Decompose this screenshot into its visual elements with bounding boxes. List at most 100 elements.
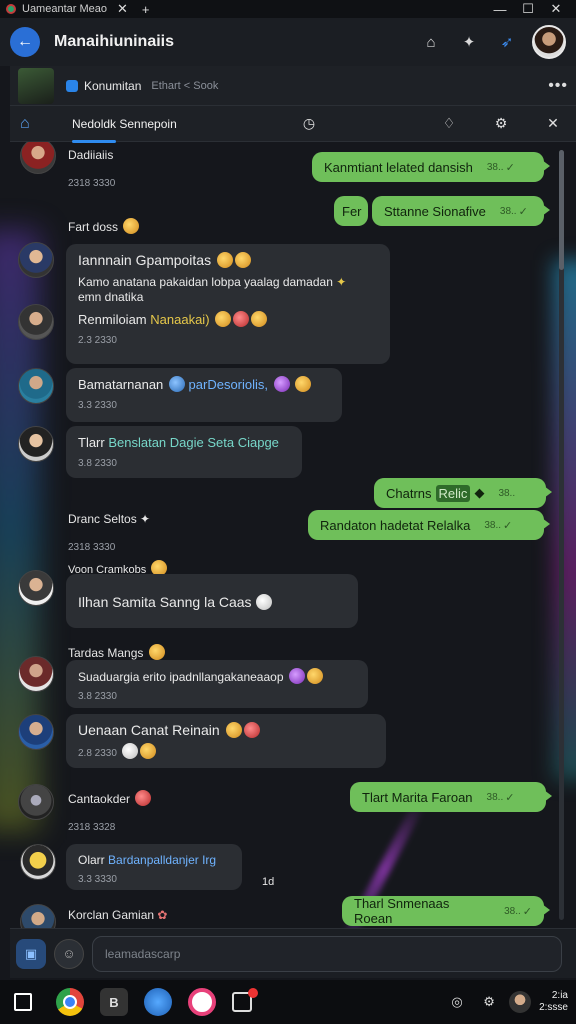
incoming-message[interactable]: Olarr Bardanpalldanjer Irg 3.3 3330 [66,844,242,890]
message-time: 38.. [499,205,517,217]
home-tab-icon[interactable]: ⌂ [20,115,44,133]
incoming-message[interactable]: Suaduargia erito ipadnllangakaneaaop 3.8… [66,660,368,708]
avatar[interactable] [18,570,54,606]
emoji-picker-icon[interactable]: ☺ [54,938,84,969]
profile-avatar[interactable] [532,25,566,59]
avatar[interactable] [18,714,54,750]
messaging-app-icon[interactable] [232,988,258,1012]
incoming-message[interactable]: Iannnain Gpampoitas Kamo anatana pakaida… [66,244,390,364]
chat-header: ← Manaihiuninaiis ⌂ ✦ ➶ [0,18,576,66]
read-check-icon: ✓ [503,519,513,532]
message-time: 38.. [484,519,502,531]
browser-globe-icon[interactable] [144,988,172,1016]
sender-name: Tardas Mangs [68,644,165,660]
emoji-icon [215,311,232,327]
message-highlight: Benslatan Dagie Seta Ciapge [108,435,279,450]
app-b-icon[interactable]: B [100,988,128,1016]
avatar[interactable] [18,242,54,278]
settings-tray-icon[interactable]: ⚙ [479,992,499,1012]
emoji-icon [123,218,140,234]
message-highlight: Relic [435,484,471,502]
chrome-icon[interactable] [56,988,84,1016]
network-icon[interactable]: ◎ [447,992,467,1012]
outgoing-message[interactable]: Randaton hadetat Relalka 38.. ✓ [308,510,550,540]
incoming-message[interactable]: Uenaan Canat Reinain 2.8 2330 [66,714,386,768]
message-time: 3.3 3330 [78,874,117,885]
message-time: 3.8 2330 [78,691,117,702]
read-check-icon: ✓ [522,905,532,918]
message-time: 2.8 2330 [78,743,374,762]
chat-title: Manaihiuninaiis [54,33,175,50]
close-window-icon[interactable]: ✕ [542,1,570,17]
message-input[interactable] [92,935,562,972]
emoji-icon [135,790,152,806]
incoming-message[interactable]: Tlarr Benslatan Dagie Seta Ciapge 3.8 23… [66,426,302,478]
rocket-icon[interactable]: ➶ [496,31,518,53]
emoji-icon: ✿ [157,908,168,922]
message-text: Chatrns [386,485,432,501]
home-icon[interactable]: ⌂ [420,31,442,53]
notification-badge [248,988,258,998]
outgoing-message[interactable]: Kanmtiant lelated dansish 38.. ✓ [312,152,550,182]
start-menu-icon[interactable] [14,993,32,1011]
bell-icon[interactable]: ♢ [436,115,462,132]
timestamp: 2318 3328 [68,822,116,833]
avatar[interactable] [20,142,56,174]
message-text: Bamatarnanan [78,377,164,392]
emoji-icon [216,252,233,268]
tab-active[interactable]: Nedoldk Sennepoin [72,113,177,143]
conversation-subheader: Konumitan Ethart < Sook ••• [10,66,576,106]
emoji-icon [148,644,165,660]
read-check-icon: ✓ [505,791,515,804]
incoming-message[interactable]: Ilhan Samita Sanng la Caas [66,574,358,628]
outgoing-message[interactable]: Fer [334,196,368,226]
message-time: 3.8 2330 [78,458,117,469]
message-highlight: parDesoriolis, [188,377,269,392]
back-button[interactable]: ← [10,27,40,57]
message-text: Kanmtiant lelated dansish [324,159,473,175]
clock-icon[interactable]: ◷ [296,115,322,132]
user-tray-avatar[interactable] [509,991,532,1013]
more-options-icon[interactable]: ••• [548,77,568,95]
new-tab-icon[interactable]: + [142,2,150,17]
emoji-icon [168,376,185,392]
notification-icon[interactable]: ✦ [458,31,480,53]
avatar[interactable] [18,304,54,340]
message-text: Olarr [78,853,105,867]
avatar[interactable] [18,656,54,692]
outgoing-message[interactable]: Sttanne Sionafive 38.. ✓ [372,196,550,226]
stray-text: 1d [262,876,275,888]
arrow-left-icon: ← [17,33,33,50]
minimize-icon[interactable]: — [486,2,514,17]
timestamp: 2318 3330 [68,542,116,553]
group-name[interactable]: Konumitan [84,79,141,93]
maximize-icon[interactable]: ☐ [514,1,542,17]
message-time: 3.3 2330 [78,400,117,411]
outgoing-message[interactable]: Tlart Marita Faroan 38.. ✓ [350,782,552,812]
avatar[interactable] [20,844,56,880]
settings-icon[interactable]: ⚙ [488,115,514,132]
avatar[interactable] [18,784,54,820]
close-icon[interactable]: ✕ [540,115,566,132]
app-icon [6,4,16,14]
emoji-icon [306,668,323,684]
system-clock[interactable]: 2:ia 2:ssse [539,990,568,1014]
outgoing-message[interactable]: Tharl Snmenaas Roean 38.. ✓ [342,896,550,926]
close-tab-icon[interactable]: ✕ [117,1,128,17]
message-text: Renmiloiam [78,312,147,327]
incoming-message[interactable]: Bamatarnanan parDesoriolis, 3.3 2330 [66,368,342,422]
group-avatar[interactable] [18,67,54,104]
avatar[interactable] [20,904,56,928]
avatar[interactable] [18,368,54,404]
emoji-icon [273,376,290,392]
app-ring-icon[interactable] [188,988,216,1016]
message-text: Tlarr [78,435,105,450]
outgoing-message[interactable]: Chatrns Relic ◆ 38.. [374,478,552,508]
message-text: Suaduargia erito ipadnllangakaneaaop [78,670,284,684]
save-draft-icon[interactable]: ▣ [16,938,46,969]
message-highlight: Bardanpalldanjer Irg [108,853,217,867]
avatar[interactable] [18,426,54,462]
message-list: Dadiiaiis 2318 3330 Kanmtiant lelated da… [10,142,566,928]
sender-name: Dranc Seltos ✦ [68,512,151,526]
sender-name: Cantaokder [68,790,152,806]
